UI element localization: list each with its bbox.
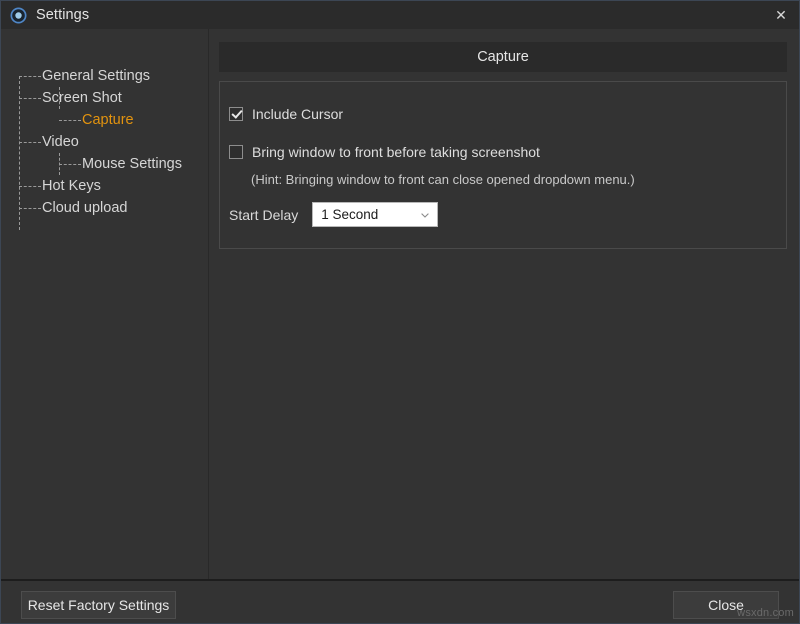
start-delay-select[interactable]: 1 Second: [312, 202, 438, 227]
capture-options-group: Include Cursor Bring window to front bef…: [219, 81, 787, 249]
title-bar: Settings ✕: [1, 1, 800, 29]
include-cursor-checkbox[interactable]: [229, 107, 243, 121]
tree-connector-icon: [59, 164, 81, 165]
content-pane: Capture Include Cursor Bring window to f…: [209, 29, 800, 579]
sidebar-item-label: Mouse Settings: [82, 156, 182, 172]
app-target-circle-icon: [10, 7, 27, 24]
tree-connector-icon: [19, 208, 41, 209]
close-icon[interactable]: ✕: [761, 1, 800, 29]
tree-connector-icon: [19, 98, 41, 99]
panel-title: Capture: [219, 42, 787, 72]
settings-sidebar: General Settings Screen Shot Capture Vid…: [1, 29, 208, 579]
start-delay-label: Start Delay: [229, 207, 298, 223]
sidebar-item-label: Hot Keys: [42, 178, 101, 194]
tree-connector-icon: [19, 142, 41, 143]
bring-window-to-front-checkbox[interactable]: [229, 145, 243, 159]
option-include-cursor[interactable]: Include Cursor: [229, 106, 343, 122]
bring-window-to-front-label: Bring window to front before taking scre…: [252, 144, 540, 160]
sidebar-item-label: Capture: [82, 112, 134, 128]
reset-factory-settings-button[interactable]: Reset Factory Settings: [21, 591, 176, 619]
option-bring-window-to-front[interactable]: Bring window to front before taking scre…: [229, 144, 540, 160]
sidebar-item-capture[interactable]: Capture: [1, 109, 208, 131]
sidebar-item-hot-keys[interactable]: Hot Keys: [1, 175, 208, 197]
settings-window: Settings ✕ General Settings Screen Shot …: [0, 0, 800, 624]
window-title: Settings: [36, 1, 89, 29]
bring-window-hint-text: (Hint: Bringing window to front can clos…: [251, 172, 635, 187]
sidebar-item-label: Screen Shot: [42, 90, 122, 106]
settings-tree: General Settings Screen Shot Capture Vid…: [1, 65, 208, 219]
sidebar-item-general-settings[interactable]: General Settings: [1, 65, 208, 87]
sidebar-item-mouse-settings[interactable]: Mouse Settings: [1, 153, 208, 175]
sidebar-item-label: Video: [42, 134, 79, 150]
include-cursor-label: Include Cursor: [252, 106, 343, 122]
close-button[interactable]: Close: [673, 591, 779, 619]
start-delay-value: 1 Second: [321, 207, 378, 222]
sidebar-item-screen-shot[interactable]: Screen Shot: [1, 87, 208, 109]
sidebar-item-label: Cloud upload: [42, 200, 127, 216]
sidebar-item-cloud-upload[interactable]: Cloud upload: [1, 197, 208, 219]
tree-connector-icon: [59, 120, 81, 121]
tree-connector-icon: [19, 76, 41, 77]
footer-bar: Reset Factory Settings Close: [1, 581, 800, 624]
chevron-down-icon: [421, 213, 429, 218]
sidebar-item-video[interactable]: Video: [1, 131, 208, 153]
start-delay-row: Start Delay 1 Second: [229, 202, 438, 227]
sidebar-item-label: General Settings: [42, 68, 150, 84]
tree-connector-icon: [19, 186, 41, 187]
